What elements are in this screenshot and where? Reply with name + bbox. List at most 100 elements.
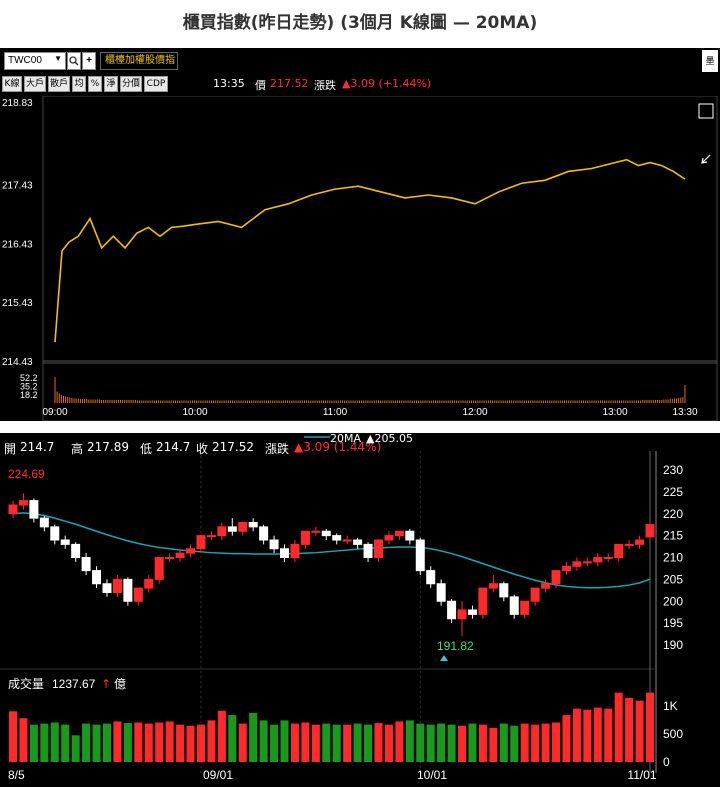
chevron-down-icon: ▼ xyxy=(54,54,62,63)
candle-body xyxy=(50,526,60,541)
index-name: 櫃檯加權股價指 xyxy=(100,52,178,70)
candle-body xyxy=(144,578,154,589)
volume-bar xyxy=(40,723,49,762)
volume-bar xyxy=(186,725,195,762)
volume-bar xyxy=(583,709,592,762)
low-label: 低 xyxy=(140,442,153,456)
high-annotation: 224.69 xyxy=(8,467,45,481)
candle-body xyxy=(541,583,551,589)
symbol-value: TWC00 xyxy=(8,55,42,66)
candle-body xyxy=(457,609,467,620)
search-icon[interactable] xyxy=(67,52,81,70)
volume-tick-label: 0 xyxy=(663,755,670,769)
x-tick-label: 10/01 xyxy=(417,768,447,782)
candle-body xyxy=(394,530,404,537)
volume-bar xyxy=(593,707,602,762)
volume-bar xyxy=(353,723,362,762)
volume-bar xyxy=(280,720,289,762)
candle-body xyxy=(551,570,561,585)
toolbar-button[interactable]: CDP xyxy=(144,76,168,92)
candle-body xyxy=(373,539,383,558)
toolbar-button[interactable]: 散戶 xyxy=(48,76,70,92)
volume-bar xyxy=(489,727,498,762)
volume-bar xyxy=(61,724,70,762)
candle-body xyxy=(332,535,342,541)
candle-body xyxy=(624,543,634,546)
volume-bar xyxy=(113,721,122,762)
candle-body xyxy=(29,500,39,519)
toolbar-button[interactable]: 分價 xyxy=(120,76,142,92)
x-tick-label: 12:00 xyxy=(462,407,487,418)
volume-bar xyxy=(322,723,331,762)
candle-body xyxy=(561,565,571,572)
candle-body xyxy=(112,578,122,593)
plus-icon[interactable]: + xyxy=(82,52,96,70)
candle-body xyxy=(259,526,269,541)
link-icon-frame xyxy=(698,103,714,119)
volume-bar xyxy=(646,692,654,762)
y-tick-label: 215 xyxy=(663,529,683,543)
volume-bar xyxy=(50,722,59,762)
candle-body xyxy=(342,539,352,542)
volume-bar xyxy=(562,715,571,762)
x-tick-label: 09/01 xyxy=(203,768,233,782)
open-label: 開 xyxy=(4,442,17,456)
volume-bar xyxy=(604,708,613,762)
y-tick-label: 214.43 xyxy=(2,357,33,368)
open-value: 214.7 xyxy=(20,440,55,454)
y-tick-label: 200 xyxy=(663,594,683,608)
candle-body xyxy=(603,557,613,559)
toolbar-button[interactable]: 大戶 xyxy=(24,76,46,92)
volume-bar xyxy=(332,724,341,762)
panel-menu-button[interactable]: 墨 xyxy=(702,50,718,72)
change-label-2: 漲跌 xyxy=(265,442,290,456)
volume-bar xyxy=(196,724,205,762)
volume-bar xyxy=(416,723,425,762)
volume-bar xyxy=(92,724,101,762)
high-label: 高 xyxy=(71,442,84,456)
volume-bar xyxy=(343,724,352,762)
candle-body xyxy=(509,596,519,615)
candle-body xyxy=(582,561,592,564)
candle-body xyxy=(123,578,133,602)
volume-bar xyxy=(123,723,132,762)
y-tick-label: 225 xyxy=(663,485,683,499)
volume-bar xyxy=(437,723,446,762)
volume-bar xyxy=(29,724,38,762)
candle-body xyxy=(280,548,290,558)
volume-bar xyxy=(134,722,143,762)
price-label: 價 xyxy=(255,79,266,92)
close-value: 217.52 xyxy=(212,440,254,454)
candle-body xyxy=(363,543,373,558)
low-value: 214.7 xyxy=(156,440,191,454)
x-tick-label: 10:00 xyxy=(182,407,207,418)
candle-body xyxy=(635,539,645,545)
y-tick-label: 217.43 xyxy=(2,180,33,191)
candle-body xyxy=(248,522,258,528)
volume-bar xyxy=(259,720,268,762)
volume-label: 成交量 xyxy=(8,676,44,691)
y-tick-label: 205 xyxy=(663,572,683,586)
candle-body xyxy=(478,587,488,615)
volume-bar xyxy=(625,698,634,762)
volume-tick-label: 500 xyxy=(663,727,683,741)
kline-chart: 230 225 220 215 210 205 200 195 190 1K 500 0 224.69 1… xyxy=(0,433,720,787)
candle-body xyxy=(227,526,237,532)
toolbar-button[interactable]: K線 xyxy=(2,76,22,92)
toolbar-button[interactable]: 均 xyxy=(72,76,86,92)
toolbar-button[interactable]: 淨 xyxy=(104,76,118,92)
volume-bar xyxy=(217,710,226,762)
y-tick-label: 210 xyxy=(663,551,683,565)
candle-body xyxy=(300,530,310,545)
close-label: 收 xyxy=(196,442,209,456)
plot-area xyxy=(42,96,718,421)
candle-body xyxy=(238,522,248,532)
toolbar-button[interactable]: % xyxy=(88,76,102,92)
volume-bar xyxy=(478,724,487,762)
candle-body xyxy=(102,583,112,593)
x-tick-label: 11:00 xyxy=(323,407,348,418)
symbol-select[interactable]: TWC00 ▼ xyxy=(4,52,66,70)
y-tick-label: 220 xyxy=(663,507,683,521)
volume-bar xyxy=(468,723,477,762)
volume-bar xyxy=(364,724,373,762)
